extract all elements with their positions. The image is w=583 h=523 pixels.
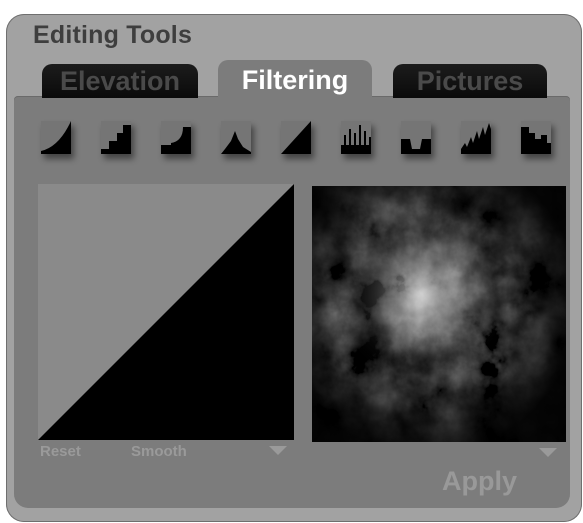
tab-pictures-label: Pictures — [416, 65, 524, 96]
curve-editor[interactable] — [38, 184, 294, 440]
jagged-peaks-icon — [461, 123, 491, 154]
filter-step-button[interactable] — [161, 121, 191, 154]
filter-curve-concave-button[interactable] — [41, 121, 71, 154]
tab-elevation[interactable]: Elevation — [42, 64, 198, 98]
filter-valley-button[interactable] — [401, 121, 431, 154]
reset-button[interactable]: Reset — [40, 443, 81, 460]
peak-icon — [221, 131, 251, 154]
heightmap-preview — [312, 186, 566, 442]
tab-elevation-label: Elevation — [59, 65, 181, 96]
panel-title: Editing Tools — [33, 21, 193, 49]
filter-spikes-button[interactable] — [341, 121, 371, 154]
filter-stairs-button[interactable] — [101, 121, 131, 154]
apply-button[interactable]: Apply — [442, 466, 517, 497]
spikes-icon — [341, 125, 371, 154]
filter-diagonal-ramp-button[interactable] — [281, 121, 311, 154]
filter-blocky-terrain-button[interactable] — [521, 121, 551, 154]
valley-icon — [401, 139, 431, 154]
heightmap-image — [312, 186, 566, 442]
smooth-dropdown-arrow-icon[interactable] — [269, 446, 287, 455]
curve-graph — [38, 184, 294, 440]
curve-concave-icon — [41, 121, 71, 154]
tab-pictures[interactable]: Pictures — [393, 64, 547, 98]
blocky-terrain-icon — [521, 127, 551, 154]
filter-presets — [41, 121, 561, 165]
tab-filtering[interactable]: Filtering — [218, 60, 372, 100]
filter-peak-button[interactable] — [221, 121, 251, 154]
stairs-icon — [101, 125, 131, 154]
filter-jagged-peaks-button[interactable] — [461, 121, 491, 154]
diagonal-ramp-icon — [281, 121, 311, 154]
tab-filtering-label: Filtering — [241, 64, 349, 95]
smooth-dropdown[interactable]: Smooth — [131, 443, 187, 460]
step-icon — [161, 127, 191, 154]
preview-dropdown-arrow-icon[interactable] — [539, 448, 557, 457]
